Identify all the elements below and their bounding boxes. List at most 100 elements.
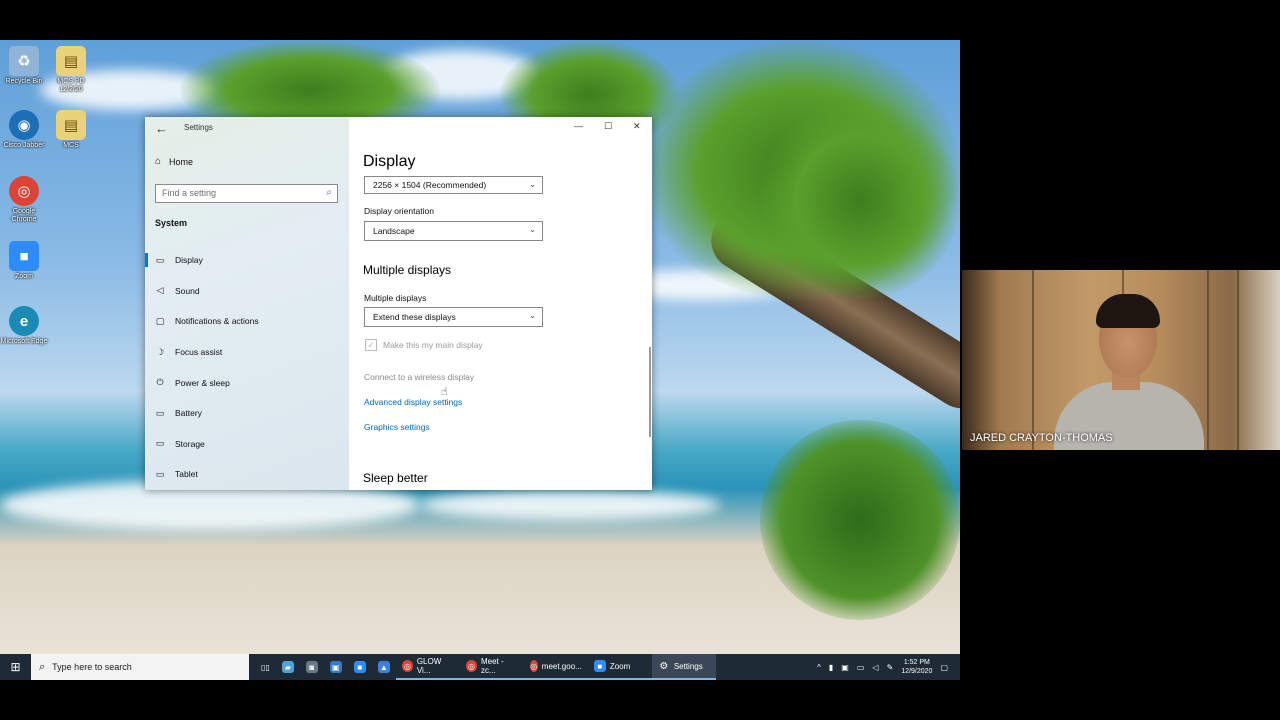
nav-item-label: Display — [175, 255, 203, 266]
monitor-icon: ▭ — [155, 254, 165, 265]
chevron-up-icon[interactable]: ^ — [817, 663, 821, 672]
resolution-dropdown[interactable]: 2256 × 1504 (Recommended) ⌄ — [364, 176, 543, 194]
document-icon: ▤ — [56, 46, 86, 76]
nav-item-focus-assist[interactable]: ☽ Focus assist — [145, 337, 349, 368]
orientation-value: Landscape — [373, 226, 415, 236]
desktop-icon-microsoft-edge[interactable]: e Microsoft Edge — [0, 306, 48, 346]
find-setting-input[interactable]: Find a setting ⌕ — [155, 184, 338, 203]
notification-center-icon[interactable]: ▢ — [940, 663, 948, 672]
nav-item-sound[interactable]: ◁ Sound — [145, 276, 349, 307]
zoom-icon: ■ — [9, 241, 39, 271]
clock[interactable]: 1:52 PM 12/9/2020 — [901, 658, 932, 676]
pen-icon[interactable]: ✎ — [887, 663, 894, 672]
nav-item-label: Battery — [175, 408, 202, 419]
system-tray: ^ ▮ ▣ ▭ ◁ ✎ 1:52 PM 12/9/2020 ▢ — [817, 654, 960, 680]
task-view-icon[interactable]: ▯▯ — [255, 654, 276, 680]
battery-icon: ▭ — [155, 407, 165, 418]
settings-window: ← Settings ⌂ Home Find a setting ⌕ Syste… — [145, 117, 652, 490]
maximize-icon[interactable]: ☐ — [604, 121, 612, 132]
nav-item-tablet[interactable]: ▭ Tablet — [145, 459, 349, 490]
drive-icon[interactable]: ▲ — [372, 654, 396, 680]
multiple-displays-heading: Multiple displays — [363, 263, 452, 277]
chevron-down-icon: ⌄ — [529, 311, 536, 320]
notification-icon: ▢ — [155, 315, 165, 326]
multiple-displays-value: Extend these displays — [373, 312, 456, 322]
desktop-icon-mcs[interactable]: ▤ MCS — [47, 110, 95, 150]
multiple-displays-dropdown[interactable]: Extend these displays ⌄ — [364, 307, 543, 327]
chevron-down-icon: ⌄ — [529, 225, 536, 234]
chrome-icon: ◎ — [9, 176, 39, 206]
desktop-icon-mcs-pd[interactable]: ▤ MCS PD 12/2/20 — [47, 46, 95, 94]
desktop-icon-google-chrome[interactable]: ◎ Google Chrome — [0, 176, 48, 224]
taskbar-search-input[interactable]: ⌕ Type here to search — [31, 654, 249, 680]
power-icon: ⏻ — [156, 377, 164, 388]
desktop-icon-cisco-jabber[interactable]: ◉ Cisco Jabber — [0, 110, 48, 150]
zoom-icon: ■ — [593, 660, 606, 672]
shared-desktop: ♻ Recycle Bin ▤ MCS PD 12/2/20 ◉ Cisco J… — [0, 40, 960, 680]
search-icon: ⌕ — [39, 660, 46, 673]
tablet-icon: ▭ — [155, 468, 165, 479]
taskbar-app-meet[interactable]: ◎ Meet - zc... — [459, 654, 524, 680]
checkmark-icon: ✓ — [365, 339, 377, 351]
orientation-dropdown[interactable]: Landscape ⌄ — [364, 221, 543, 241]
document-icon: ▤ — [56, 110, 86, 140]
home-icon: ⌂ — [155, 156, 162, 167]
participant-video-tile[interactable]: JARED CRAYTON-THOMAS — [962, 270, 1280, 450]
chrome-icon: ◎ — [401, 660, 413, 672]
back-arrow-icon[interactable]: ← — [155, 121, 168, 136]
display-icon[interactable]: ▭ — [857, 663, 865, 672]
desktop-icon-recycle-bin[interactable]: ♻ Recycle Bin — [0, 46, 48, 86]
nav-item-battery[interactable]: ▭ Battery — [145, 398, 349, 429]
recycle-bin-icon: ♻ — [9, 46, 39, 76]
participant-name: JARED CRAYTON-THOMAS — [970, 432, 1113, 444]
network-icon[interactable]: ▣ — [841, 663, 849, 672]
taskbar-search-placeholder: Type here to search — [52, 662, 132, 672]
multiple-displays-label: Multiple displays — [364, 293, 427, 303]
zoom-pinned-icon[interactable]: ■ — [348, 654, 372, 680]
cisco-jabber-icon: ◉ — [9, 110, 39, 140]
moon-icon: ☽ — [155, 346, 165, 357]
window-title: Settings — [184, 123, 213, 132]
nav-home-label: Home — [169, 156, 194, 167]
nav-item-label: Storage — [175, 438, 205, 449]
nav-item-label: Tablet — [175, 469, 198, 480]
desktop-icon-zoom[interactable]: ■ Zoom — [0, 241, 48, 281]
taskbar-app-glow[interactable]: ◎ GLOW Vi... — [395, 654, 460, 680]
main-display-checkbox[interactable]: ✓ Make this my main display — [365, 339, 483, 351]
nav-item-notifications[interactable]: ▢ Notifications & actions — [145, 306, 349, 337]
taskbar-pinned: ▯▯ ▰ ◙ ▣ ■ ▲ ◎ GLOW Vi... ◎ Meet - zc...… — [255, 654, 716, 680]
connect-wireless-display: Connect to a wireless display — [364, 372, 475, 382]
nav-home[interactable]: ⌂ Home — [155, 156, 193, 167]
orientation-label: Display orientation — [364, 206, 434, 216]
nav-item-label: Focus assist — [175, 347, 223, 358]
nav-item-label: Power & sleep — [175, 377, 230, 388]
chevron-down-icon: ⌄ — [529, 180, 536, 189]
nav-item-storage[interactable]: ▭ Storage — [145, 429, 349, 460]
chrome-icon: ◎ — [529, 660, 538, 672]
resolution-value: 2256 × 1504 (Recommended) — [373, 180, 487, 190]
advanced-display-settings-link[interactable]: Advanced display settings — [364, 397, 462, 407]
file-explorer-icon[interactable]: ▰ — [276, 654, 300, 680]
taskbar-app-zoom[interactable]: ■ Zoom — [587, 654, 652, 680]
usb-icon[interactable]: ▮ — [829, 663, 833, 672]
windows-start-icon[interactable]: ⊞ — [0, 654, 31, 680]
chrome-icon: ◎ — [465, 660, 477, 672]
taskbar-app-meet-google[interactable]: ◎ meet.goo... — [523, 654, 588, 680]
sleep-better-heading: Sleep better — [363, 471, 428, 485]
page-title: Display — [363, 153, 416, 170]
volume-icon[interactable]: ◁ — [872, 663, 878, 672]
scrollbar[interactable] — [649, 347, 651, 437]
speaker-icon: ◁ — [156, 285, 164, 296]
minimize-icon[interactable]: — — [574, 121, 583, 131]
graphics-settings-link[interactable]: Graphics settings — [364, 422, 430, 432]
settings-sidebar: ← Settings ⌂ Home Find a setting ⌕ Syste… — [145, 117, 349, 490]
nav-item-display[interactable]: ▭ Display — [145, 245, 349, 276]
camera-icon[interactable]: ◙ — [300, 654, 324, 680]
taskbar-app-settings[interactable]: ⚙ Settings — [651, 654, 716, 680]
search-placeholder: Find a setting — [162, 188, 217, 198]
nav-item-power-sleep[interactable]: ⏻ Power & sleep — [145, 367, 349, 398]
close-icon[interactable]: ✕ — [633, 121, 641, 132]
taskbar: ⊞ ⌕ Type here to search ▯▯ ▰ ◙ ▣ ■ ▲ ◎ G… — [0, 654, 960, 680]
photos-icon[interactable]: ▣ — [324, 654, 348, 680]
nav-item-label: Sound — [175, 285, 200, 296]
